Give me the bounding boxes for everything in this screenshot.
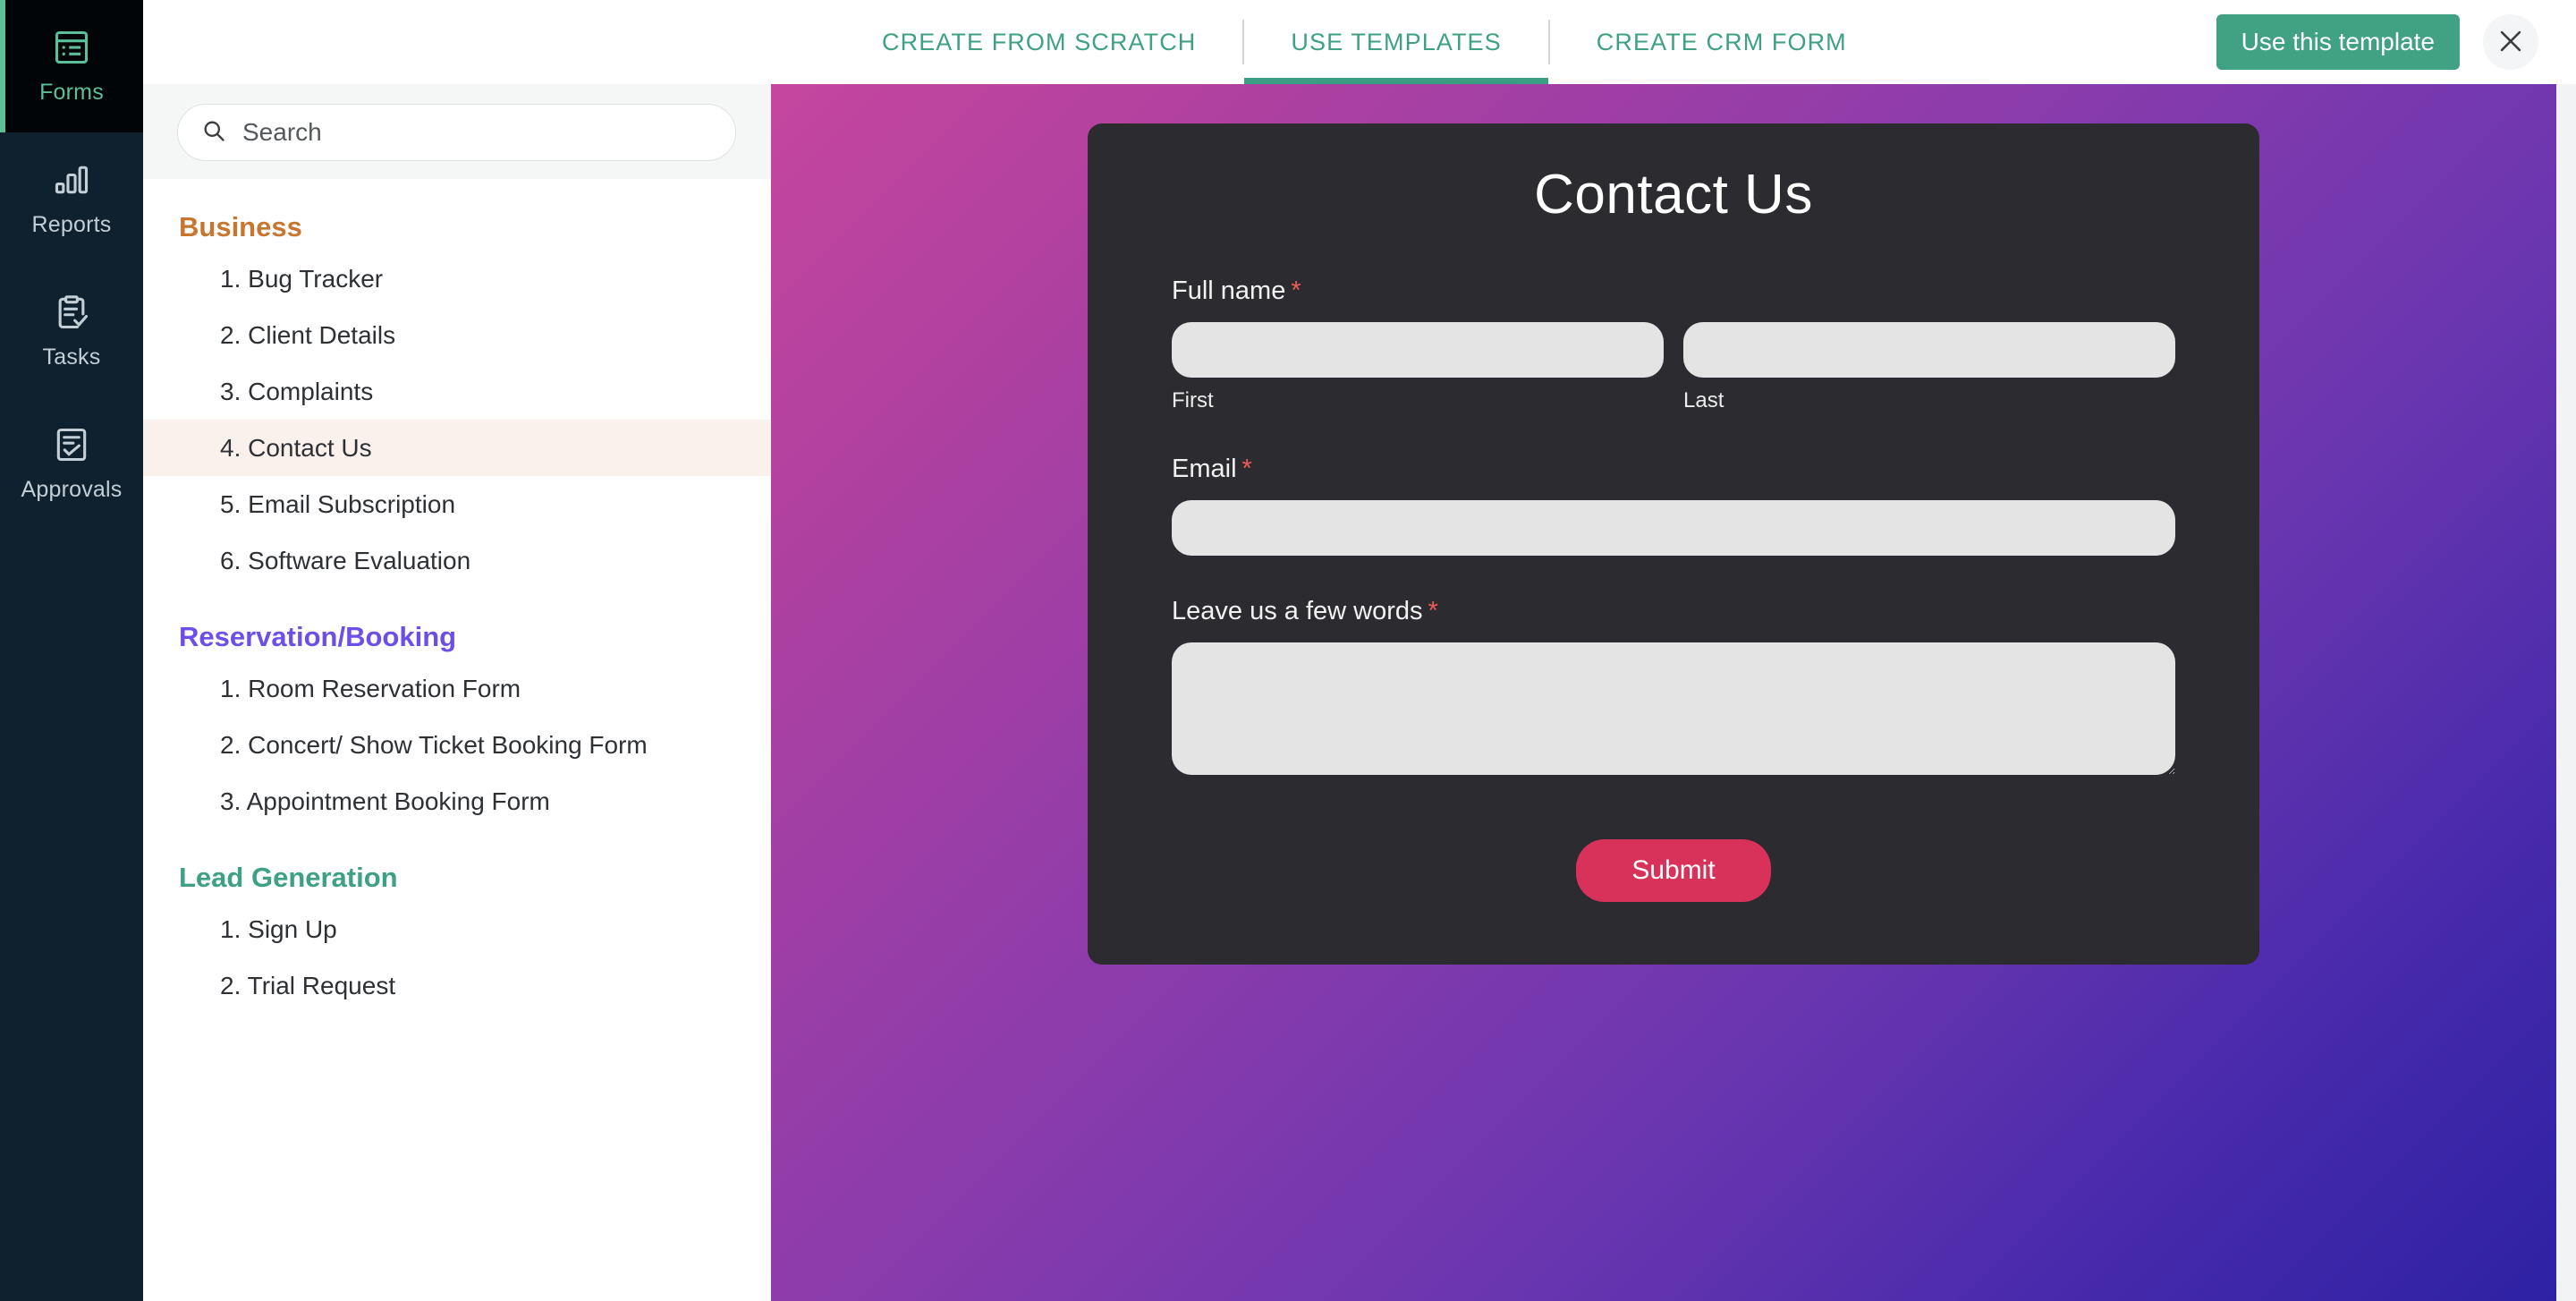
submit-button[interactable]: Submit	[1576, 839, 1771, 902]
preview-scrollbar[interactable]	[2556, 84, 2576, 1301]
group-heading-reservation-booking: Reservation/Booking	[179, 621, 457, 652]
template-item-label: Room Reservation Form	[248, 675, 521, 702]
template-item-contact-us[interactable]: 4. Contact Us	[143, 420, 770, 476]
search-box[interactable]	[177, 104, 736, 161]
template-item-label: Appointment Booking Form	[246, 787, 550, 815]
template-item-number: 2.	[220, 972, 248, 999]
template-item-number: 1.	[220, 265, 249, 293]
tab-create-from-scratch[interactable]: CREATE FROM SCRATCH	[835, 0, 1242, 84]
search-bar-container	[143, 84, 770, 179]
use-this-template-button[interactable]: Use this template	[2216, 14, 2460, 70]
field-email: Email *	[1172, 455, 2175, 556]
template-groups-scroll[interactable]: Business 1. Bug Tracker 2. Client Detail…	[143, 179, 770, 1301]
tab-create-crm-form[interactable]: CREATE CRM FORM	[1550, 0, 1894, 84]
template-list-panel: Business 1. Bug Tracker 2. Client Detail…	[143, 84, 771, 1301]
template-item-label: Contact Us	[248, 434, 372, 462]
template-item-trial-request[interactable]: 2. Trial Request	[143, 957, 770, 1014]
sidebar-item-label: Tasks	[42, 344, 101, 370]
field-full-name: Full name * First Last	[1172, 276, 2175, 413]
template-preview-pane: Contact Us Full name * First Last Email …	[771, 84, 2576, 1301]
last-name-sublabel: Last	[1683, 388, 1724, 412]
last-name-group: Last	[1683, 322, 2175, 413]
template-item-label: Client Details	[248, 321, 396, 349]
tab-label: CREATE FROM SCRATCH	[882, 28, 1197, 55]
template-item-label: Bug Tracker	[248, 265, 384, 293]
search-icon	[201, 118, 226, 148]
first-name-group: First	[1172, 322, 1664, 413]
search-input[interactable]	[242, 118, 712, 147]
sidebar-item-tasks[interactable]: Tasks	[0, 265, 143, 397]
template-item-concert-show-ticket-booking-form[interactable]: 2. Concert/ Show Ticket Booking Form	[143, 717, 770, 773]
sidebar-item-approvals[interactable]: Approvals	[0, 397, 143, 530]
tab-label: CREATE CRM FORM	[1596, 28, 1847, 55]
group-heading-lead-generation: Lead Generation	[179, 862, 398, 893]
email-input[interactable]	[1172, 500, 2175, 556]
first-name-input[interactable]	[1172, 322, 1664, 378]
sidebar-item-label: Approvals	[21, 476, 123, 502]
last-name-input[interactable]	[1683, 322, 2175, 378]
main-column: CREATE FROM SCRATCH USE TEMPLATES CREATE…	[143, 0, 2576, 1301]
tab-use-templates[interactable]: USE TEMPLATES	[1244, 0, 1549, 84]
top-bar: CREATE FROM SCRATCH USE TEMPLATES CREATE…	[143, 0, 2576, 84]
template-item-number: 3.	[220, 378, 249, 405]
group-heading-business: Business	[179, 211, 302, 242]
reports-icon	[52, 160, 91, 200]
template-item-label: Sign Up	[248, 915, 337, 943]
field-message: Leave us a few words *	[1172, 597, 2175, 775]
required-asterisk: *	[1428, 597, 1438, 625]
sidebar-item-forms[interactable]: Forms	[0, 0, 143, 132]
template-item-number: 1.	[220, 675, 249, 702]
template-item-complaints[interactable]: 3. Complaints	[143, 363, 770, 420]
message-label-text: Leave us a few words	[1172, 597, 1423, 625]
primary-nav-rail: Forms Reports Tasks Approvals	[0, 0, 143, 1301]
close-icon	[2496, 26, 2526, 59]
required-asterisk: *	[1291, 276, 1301, 305]
contact-us-form-card: Contact Us Full name * First Last Email …	[1088, 123, 2259, 965]
template-item-label: Complaints	[248, 378, 374, 405]
approvals-icon	[52, 425, 91, 464]
template-item-number: 2.	[220, 321, 249, 349]
sidebar-item-label: Reports	[31, 211, 112, 237]
email-label-text: Email	[1172, 455, 1237, 483]
template-item-room-reservation-form[interactable]: 1. Room Reservation Form	[143, 660, 770, 717]
message-textarea[interactable]	[1172, 642, 2175, 775]
template-item-email-subscription[interactable]: 5. Email Subscription	[143, 476, 770, 532]
top-bar-actions: Use this template	[2216, 0, 2576, 84]
tab-label: USE TEMPLATES	[1291, 28, 1502, 55]
full-name-label: Full name *	[1172, 276, 2175, 306]
mode-tabs: CREATE FROM SCRATCH USE TEMPLATES CREATE…	[835, 0, 1894, 84]
app-root: Forms Reports Tasks Approvals CREATE FRO…	[0, 0, 2576, 1301]
sidebar-item-reports[interactable]: Reports	[0, 132, 143, 265]
full-name-label-text: Full name	[1172, 276, 1286, 305]
template-item-label: Concert/ Show Ticket Booking Form	[248, 731, 648, 759]
template-item-number: 2.	[220, 731, 249, 759]
required-asterisk: *	[1241, 455, 1252, 483]
form-title: Contact Us	[1534, 164, 1813, 225]
template-item-label: Email Subscription	[248, 490, 456, 518]
content-area: Business 1. Bug Tracker 2. Client Detail…	[143, 84, 2576, 1301]
template-item-bug-tracker[interactable]: 1. Bug Tracker	[143, 251, 770, 307]
template-item-number: 1.	[220, 915, 249, 943]
close-button[interactable]	[2483, 14, 2538, 70]
submit-row: Submit	[1172, 839, 2175, 902]
full-name-inputs-row: First Last	[1172, 322, 2175, 413]
template-item-number: 5.	[220, 490, 249, 518]
tasks-icon	[52, 293, 91, 332]
template-item-number: 3.	[220, 787, 247, 815]
email-label: Email *	[1172, 455, 2175, 484]
first-name-sublabel: First	[1172, 388, 1214, 412]
template-item-label: Trial Request	[247, 972, 396, 999]
template-item-software-evaluation[interactable]: 6. Software Evaluation	[143, 532, 770, 589]
template-item-client-details[interactable]: 2. Client Details	[143, 307, 770, 363]
template-item-number: 6.	[220, 547, 249, 574]
message-label: Leave us a few words *	[1172, 597, 2175, 626]
forms-icon	[52, 28, 91, 67]
template-item-sign-up[interactable]: 1. Sign Up	[143, 901, 770, 957]
template-item-label: Software Evaluation	[248, 547, 471, 574]
template-item-number: 4.	[220, 434, 249, 462]
template-item-appointment-booking-form[interactable]: 3. Appointment Booking Form	[143, 773, 770, 829]
sidebar-item-label: Forms	[39, 79, 104, 105]
